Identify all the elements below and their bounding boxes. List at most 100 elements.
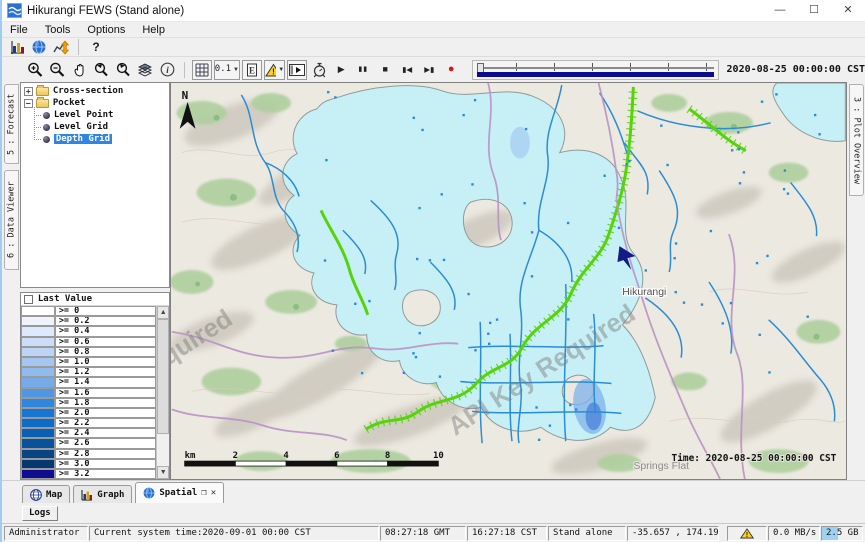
tree-item-level-point[interactable]: Level Point (29, 109, 169, 121)
tab-maximize-icon[interactable]: ❒ (201, 488, 206, 498)
legend-color-swatch (21, 469, 55, 479)
graph-display-button[interactable] (7, 37, 27, 57)
current-timestep: 2020-08-25 00:00:00 CST (727, 64, 865, 75)
animation-export-button[interactable] (287, 60, 307, 80)
legend-class-label: >= 2.0 (55, 408, 156, 418)
play-button[interactable]: ▶ (331, 60, 351, 80)
legend-class-row[interactable]: >= 0.8 (21, 347, 156, 357)
scale-unit-label: km (185, 451, 196, 461)
timeseries-display-button[interactable] (51, 37, 71, 57)
menu-options[interactable]: Options (85, 24, 134, 36)
expand-icon[interactable]: + (24, 87, 33, 96)
zoom-in-button[interactable] (25, 60, 45, 80)
status-local-time: 16:27:18 CST (467, 526, 547, 541)
right-tab-strip: 3 : Plot Overview (847, 82, 865, 480)
skip-to-start-button[interactable]: ▮◀ (397, 60, 417, 80)
legend-class-row[interactable]: >= 2.8 (21, 449, 156, 459)
minimize-button[interactable]: — (763, 0, 797, 22)
tab-spatial[interactable]: Spatial ❒ ✕ (135, 482, 224, 503)
hand-icon (72, 62, 87, 78)
legend-class-row[interactable]: >= 1.0 (21, 357, 156, 367)
legend-header: Last Value (21, 293, 169, 306)
info-button[interactable]: i (157, 60, 177, 80)
layers-button[interactable] (135, 60, 155, 80)
close-button[interactable]: ✕ (831, 0, 865, 22)
legend-class-row[interactable]: >= 0.2 (21, 316, 156, 326)
record-button[interactable]: ● (441, 60, 461, 80)
legend-class-label: >= 2.4 (55, 428, 156, 438)
grid-display-button[interactable] (192, 60, 212, 80)
status-bar: Administrator Current system time:2020-0… (2, 524, 865, 542)
collapse-icon[interactable]: − (24, 99, 33, 108)
legend-e-icon: E (246, 63, 258, 77)
legend-class-row[interactable]: >= 1.8 (21, 398, 156, 408)
legend-scrollbar[interactable]: ▲ ▼ (156, 306, 169, 479)
menu-tools[interactable]: Tools (43, 24, 80, 36)
tab-map[interactable]: Map (22, 485, 70, 503)
maximize-button[interactable]: ☐ (797, 0, 831, 22)
chevron-down-icon: ▼ (233, 67, 239, 73)
sidebar-tab-data-viewer[interactable]: 6 : Data Viewer (4, 170, 19, 270)
scroll-thumb[interactable] (157, 319, 169, 434)
title-bar: Hikurangi FEWS (Stand alone) — ☐ ✕ (2, 0, 865, 22)
main-toolbar: ? (2, 38, 865, 57)
menu-help[interactable]: Help (140, 24, 174, 36)
legend-class-label: >= 3.0 (55, 459, 156, 469)
legend-class-row[interactable]: >= 0.6 (21, 337, 156, 347)
tab-spatial-label: Spatial (159, 488, 197, 498)
map-display-button[interactable] (29, 37, 49, 57)
spatial-map-view[interactable]: Hikurangi Springs Flat API Key Required … (170, 82, 847, 480)
stop-button[interactable]: ■ (375, 60, 395, 80)
legend-class-row[interactable]: >= 2.0 (21, 408, 156, 418)
tree-children: Level Point Level Grid Depth Grid (29, 109, 169, 145)
scroll-down-icon[interactable]: ▼ (157, 466, 169, 479)
help-button[interactable]: ? (86, 37, 106, 57)
time-slider[interactable] (472, 60, 718, 80)
logs-button[interactable]: Logs (22, 506, 58, 521)
spatial-globe-icon (143, 487, 155, 499)
contour-threshold-dropdown[interactable]: 0.1 ▼ (214, 60, 240, 80)
zoom-next-button[interactable] (113, 60, 133, 80)
tree-item-depth-grid[interactable]: Depth Grid (29, 133, 169, 145)
legend-class-row[interactable]: >= 2.6 (21, 438, 156, 448)
legend-class-row[interactable]: >= 0.4 (21, 326, 156, 336)
tree-item-cross-section[interactable]: + Cross-section (23, 85, 169, 97)
sidebar-tab-forecast[interactable]: 5 : Forecast (4, 84, 19, 164)
chart-arrow-icon (53, 40, 70, 55)
legend-class-row[interactable]: >= 3.0 (21, 459, 156, 469)
tab-map-label: Map (46, 490, 62, 500)
status-warning-cell[interactable]: ! (727, 526, 767, 541)
legend-class-row[interactable]: >= 2.4 (21, 428, 156, 438)
legend-class-row[interactable]: >= 1.2 (21, 367, 156, 377)
warning-threshold-dropdown[interactable]: ! ▼ (264, 60, 285, 80)
legend-class-row[interactable]: >= 2.2 (21, 418, 156, 428)
tab-close-icon[interactable]: ✕ (211, 488, 216, 498)
pan-button[interactable] (69, 60, 89, 80)
tab-plot-overview[interactable]: 3 : Plot Overview (849, 84, 864, 196)
last-value-checkbox[interactable] (24, 295, 33, 304)
menu-file[interactable]: File (8, 24, 37, 36)
scale-tick-label: 2 (233, 451, 238, 461)
legend-class-row[interactable]: >= 3.2 (21, 469, 156, 479)
zoom-out-button[interactable] (47, 60, 67, 80)
legend-class-row[interactable]: >= 0 (21, 306, 156, 316)
scroll-up-icon[interactable]: ▲ (157, 306, 169, 319)
tree-item-pocket[interactable]: − Pocket (23, 97, 169, 109)
legend-edit-button[interactable]: E (242, 60, 262, 80)
app-logo-icon (7, 3, 22, 18)
scroll-track[interactable] (157, 319, 169, 466)
tree-item-level-grid[interactable]: Level Grid (29, 121, 169, 133)
movie-play-icon (289, 64, 305, 76)
tab-graph[interactable]: Graph (73, 485, 132, 503)
legend-class-label: >= 2.2 (55, 418, 156, 428)
info-icon: i (160, 62, 175, 77)
map-canvas[interactable]: Hikurangi Springs Flat API Key Required … (171, 83, 846, 479)
legend-class-row[interactable]: >= 1.6 (21, 388, 156, 398)
status-memory-usage: 2.5 GB (821, 526, 863, 541)
legend-class-row[interactable]: >= 1.4 (21, 377, 156, 387)
pause-button[interactable]: ▮▮ (353, 60, 373, 80)
animation-timer-button[interactable] (309, 60, 329, 80)
status-system-time: Current system time:2020-09-01 00:00 CST (89, 526, 379, 541)
zoom-previous-button[interactable] (91, 60, 111, 80)
skip-to-end-button[interactable]: ▶▮ (419, 60, 439, 80)
